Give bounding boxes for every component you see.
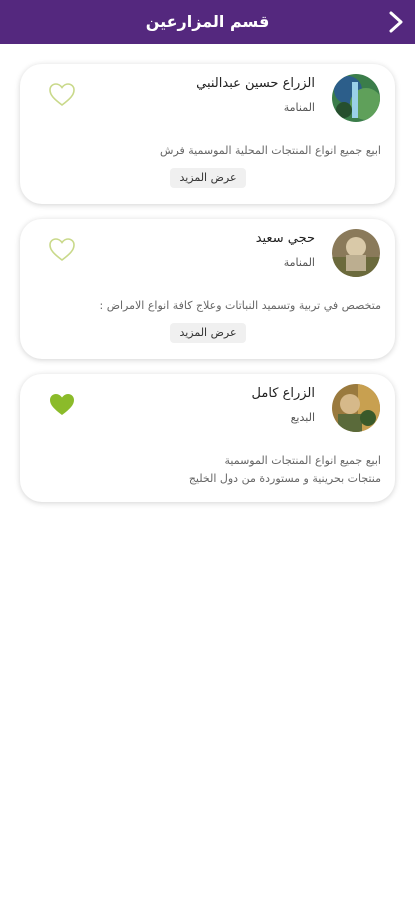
farmer-card[interactable]: حجي سعيد المنامة متخصص في تربية وتسميد ا… — [20, 219, 395, 359]
farmer-description: ابيع جميع انواع المنتجات المحلية الموسمي… — [160, 144, 381, 157]
farmer-name: الزراع كامل — [251, 386, 315, 401]
farmer-card[interactable]: الزراع حسين عبدالنبي المنامة ابيع جميع ا… — [20, 64, 395, 204]
show-more-button[interactable]: عرض المزيد — [170, 323, 246, 343]
farmer-description: ابيع جميع انواع المنتجات الموسمية منتجات… — [34, 452, 381, 488]
avatar — [332, 384, 380, 432]
farmer-name: الزراع حسين عبدالنبي — [196, 76, 315, 91]
description-line: ابيع جميع انواع المنتجات الموسمية — [224, 454, 382, 467]
farmer-name: حجي سعيد — [255, 231, 315, 246]
show-more-button[interactable]: عرض المزيد — [170, 168, 246, 188]
heart-filled-icon[interactable] — [48, 392, 76, 418]
chevron-right-icon[interactable] — [385, 10, 407, 34]
heart-outline-icon[interactable] — [48, 82, 76, 108]
heart-outline-icon[interactable] — [48, 237, 76, 263]
avatar — [332, 74, 380, 122]
farmer-description: متخصص في تربية وتسميد النباتات وعلاج كاف… — [99, 299, 382, 312]
farmer-card[interactable]: الزراع كامل البديع ابيع جميع انواع المنت… — [20, 374, 395, 502]
farmer-location: البديع — [290, 411, 315, 424]
farmer-location: المنامة — [283, 101, 315, 114]
page-title: قسم المزارعين — [145, 12, 270, 31]
avatar — [332, 229, 380, 277]
description-line: منتجات بحرينية و مستوردة من دول الخليج — [188, 472, 381, 485]
farmer-location: المنامة — [283, 256, 315, 269]
app-header: قسم المزارعين — [0, 0, 415, 44]
